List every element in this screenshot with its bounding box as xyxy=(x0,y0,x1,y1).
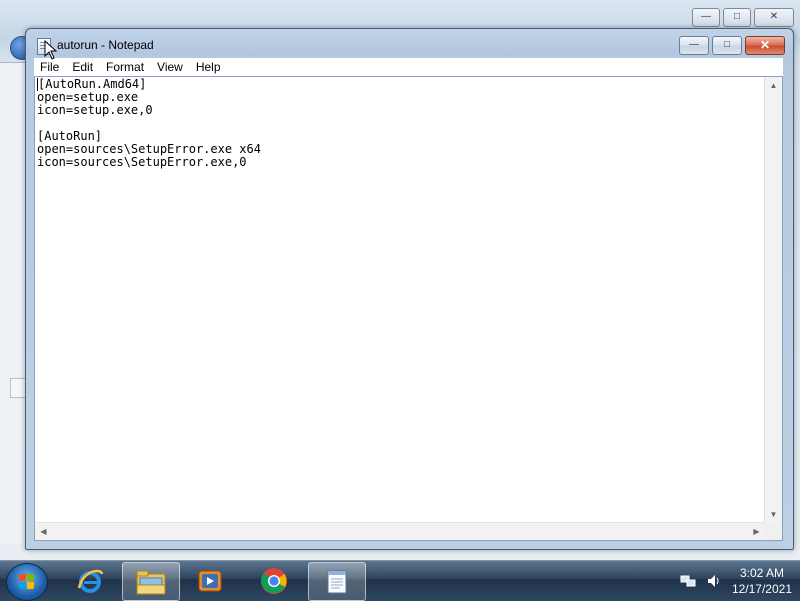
background-close-button[interactable]: ✕ xyxy=(754,8,794,27)
size-grip[interactable] xyxy=(765,523,782,540)
clock-time: 3:02 AM xyxy=(739,566,784,580)
menu-format[interactable]: Format xyxy=(100,60,151,74)
background-window-controls: — □ ✕ xyxy=(692,8,794,27)
close-button[interactable]: ✕ xyxy=(745,36,785,55)
taskbar: 3:02 AM 12/17/2021 xyxy=(0,560,800,601)
scroll-right-arrow-icon[interactable]: ▶ xyxy=(748,523,765,540)
windows-logo-icon xyxy=(19,574,35,590)
editor-line: icon=sources\SetupError.exe,0 xyxy=(37,155,247,169)
background-maximize-button[interactable]: □ xyxy=(723,8,751,27)
taskbar-media-player[interactable] xyxy=(182,562,238,599)
menu-file[interactable]: File xyxy=(34,60,66,74)
maximize-button[interactable]: □ xyxy=(712,36,742,55)
taskbar-chrome[interactable] xyxy=(246,562,302,599)
menu-edit[interactable]: Edit xyxy=(66,60,100,74)
editor-text[interactable]: [AutoRun.Amd64] open=setup.exe icon=setup.… xyxy=(37,78,764,522)
background-minimize-button[interactable]: — xyxy=(692,8,720,27)
notepad-window: autorun - Notepad — □ ✕ File Edit Format… xyxy=(25,28,794,550)
title-bar[interactable]: autorun - Notepad — □ ✕ xyxy=(26,29,793,59)
background-sidebar xyxy=(0,62,26,543)
editor-line: [AutoRun.Amd64] xyxy=(37,78,147,91)
start-button[interactable] xyxy=(6,563,48,601)
volume-icon[interactable] xyxy=(706,573,722,589)
scroll-down-arrow-icon[interactable]: ▼ xyxy=(765,506,782,523)
scroll-left-arrow-icon[interactable]: ◀ xyxy=(35,523,52,540)
minimize-button[interactable]: — xyxy=(679,36,709,55)
horizontal-scrollbar[interactable]: ◀ ▶ xyxy=(35,522,765,540)
editor-line: ​ xyxy=(37,117,764,130)
menu-help[interactable]: Help xyxy=(190,60,228,74)
network-icon[interactable] xyxy=(680,573,696,589)
menu-bar: File Edit Format View Help xyxy=(34,58,783,76)
chrome-icon xyxy=(261,567,287,594)
folder-icon xyxy=(136,570,166,594)
taskbar-notepad[interactable] xyxy=(308,562,366,601)
taskbar-explorer[interactable] xyxy=(122,562,180,601)
taskbar-ie[interactable] xyxy=(62,562,118,599)
text-editor[interactable]: [AutoRun.Amd64] open=setup.exe icon=setup.… xyxy=(34,76,783,541)
clock[interactable]: 3:02 AM 12/17/2021 xyxy=(732,565,792,597)
media-player-icon xyxy=(198,570,222,591)
editor-line: icon=setup.exe,0 xyxy=(37,103,153,117)
notepad-icon xyxy=(327,570,347,593)
window-title: autorun - Notepad xyxy=(57,38,154,52)
vertical-scrollbar[interactable]: ▲ ▼ xyxy=(764,77,782,523)
menu-view[interactable]: View xyxy=(151,60,190,74)
window-controls: — □ ✕ xyxy=(679,36,785,55)
system-tray: 3:02 AM 12/17/2021 xyxy=(680,564,792,598)
ie-icon xyxy=(77,569,104,593)
clock-date: 12/17/2021 xyxy=(731,582,792,596)
scroll-up-arrow-icon[interactable]: ▲ xyxy=(765,77,782,94)
